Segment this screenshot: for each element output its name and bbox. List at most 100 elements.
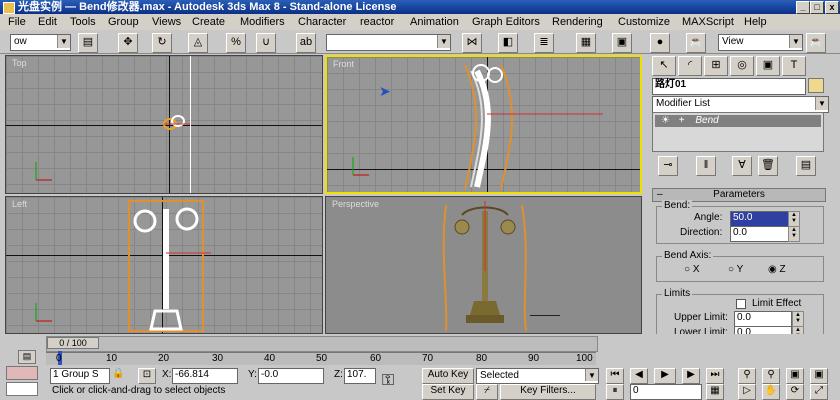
schematic-view-icon[interactable]: ▣ [612, 33, 632, 53]
select-move-icon[interactable]: ✥ [118, 33, 138, 53]
go-to-start-icon[interactable]: ⏮ [606, 368, 624, 384]
viewport-perspective[interactable]: Perspective [325, 196, 642, 334]
zoom-extents-icon[interactable]: ▣ [786, 368, 804, 384]
y-coordinate[interactable]: -0.0 [258, 368, 324, 384]
menu-customize[interactable]: Customize [618, 15, 670, 29]
make-unique-icon[interactable]: ∀ [732, 156, 752, 176]
maximize-button[interactable]: □ [810, 1, 824, 14]
mirror-icon[interactable]: ⋈ [462, 33, 482, 53]
menu-tools[interactable]: Tools [70, 15, 96, 29]
modify-tab-icon[interactable]: ◜ [678, 56, 702, 76]
quick-render-icon[interactable]: ☕ [806, 33, 826, 53]
zoom-all-icon[interactable]: ⚲ [762, 368, 780, 384]
curve-editor-icon[interactable]: ▦ [576, 33, 596, 53]
menu-help[interactable]: Help [744, 15, 767, 29]
show-end-result-icon[interactable]: ‖ [696, 156, 716, 176]
arc-rotate-icon[interactable]: ⟳ [786, 384, 804, 400]
maximize-viewport-icon[interactable]: ⤢ [810, 384, 828, 400]
menu-views[interactable]: Views [152, 15, 181, 29]
close-button[interactable]: x [825, 1, 839, 14]
menu-group[interactable]: Group [108, 15, 139, 29]
material-editor-icon[interactable]: ● [650, 33, 670, 53]
menu-maxscript[interactable]: MAXScript [682, 15, 734, 29]
select-rotate-icon[interactable]: ↻ [152, 33, 172, 53]
spinner-snap-icon[interactable]: ∪ [256, 33, 276, 53]
layer-manager-icon[interactable]: ≣ [534, 33, 554, 53]
limit-effect-checkbox[interactable] [736, 299, 746, 309]
previous-frame-icon[interactable]: ◀ [630, 368, 648, 384]
go-to-end-icon[interactable]: ⏭ [706, 368, 724, 384]
upper-limit-spinner[interactable]: ▲ ▼ [792, 311, 804, 327]
auto-key-button[interactable]: Auto Key [422, 368, 474, 384]
track-bar-icon[interactable]: ▤ [18, 350, 36, 364]
direction-spinner[interactable]: ▲ ▼ [788, 226, 800, 242]
menu-character[interactable]: Character [298, 15, 346, 29]
time-slider-thumb[interactable]: 0 / 100 [47, 337, 99, 349]
viewport-top[interactable]: Top [5, 55, 323, 194]
percent-snap-icon[interactable]: % [226, 33, 246, 53]
axis-x-radio[interactable]: ○ X [684, 264, 700, 275]
menu-edit[interactable]: Edit [38, 15, 57, 29]
menu-modifiers[interactable]: Modifiers [240, 15, 285, 29]
hierarchy-tab-icon[interactable]: ⊞ [704, 56, 728, 76]
maxscript-listener-pink[interactable] [6, 366, 38, 380]
utilities-tab-icon[interactable]: T [782, 56, 806, 76]
menu-file[interactable]: File [8, 15, 26, 29]
expand-icon[interactable]: + [679, 115, 685, 126]
remove-modifier-icon[interactable]: 🗑 [758, 156, 778, 176]
time-slider[interactable]: 0 / 100 [46, 336, 598, 352]
set-key-icon[interactable]: ⌿ [476, 384, 498, 400]
object-color-swatch[interactable] [808, 78, 824, 93]
z-coordinate[interactable]: 107. [344, 368, 376, 384]
zoom-icon[interactable]: ⚲ [738, 368, 756, 384]
key-icon[interactable]: ⚿ [382, 372, 394, 390]
angle-spinner[interactable]: ▲ ▼ [788, 211, 800, 227]
configure-sets-icon[interactable]: ▤ [796, 156, 816, 176]
viewport-front[interactable]: Front ➤ [325, 55, 642, 194]
render-scene-icon[interactable]: ☕ [686, 33, 706, 53]
current-frame-field[interactable]: 0 [630, 384, 702, 400]
select-by-name-icon[interactable]: ▤ [78, 33, 98, 53]
create-tab-icon[interactable]: ↖ [652, 56, 676, 76]
align-icon[interactable]: ◧ [498, 33, 518, 53]
field-of-view-icon[interactable]: ▷ [738, 384, 756, 400]
motion-tab-icon[interactable]: ◎ [730, 56, 754, 76]
app-icon[interactable] [3, 2, 15, 14]
axis-z-radio[interactable]: ◉ Z [768, 264, 786, 275]
object-name-field[interactable]: 路灯01 [652, 78, 806, 95]
lightbulb-icon[interactable]: ☀ [661, 115, 670, 126]
menu-animation[interactable]: Animation [410, 15, 459, 29]
angle-input[interactable]: 50.0 [730, 211, 790, 227]
play-icon[interactable]: ▶ [654, 368, 676, 384]
pin-stack-icon[interactable]: ⊸ [658, 156, 678, 176]
stack-item-bend[interactable]: ☀ + Bend [655, 115, 821, 127]
maxscript-listener-white[interactable] [6, 382, 38, 396]
selection-filter-dropdown[interactable]: ow ▼ [10, 34, 71, 51]
menu-create[interactable]: Create [192, 15, 225, 29]
minimize-button[interactable]: _ [796, 1, 810, 14]
viewport-left[interactable]: Left [5, 196, 323, 334]
menu-rendering[interactable]: Rendering [552, 15, 603, 29]
zoom-extents-all-icon[interactable]: ▣ [810, 368, 828, 384]
lock-icon[interactable]: 🔒 [112, 368, 124, 379]
menu-graph-editors[interactable]: Graph Editors [472, 15, 540, 29]
pan-icon[interactable]: ✋ [762, 384, 780, 400]
absolute-mode-icon[interactable]: ⊡ [138, 368, 156, 384]
set-key-button[interactable]: Set Key [422, 384, 474, 400]
next-frame-icon[interactable]: ▶ [682, 368, 700, 384]
axis-y-radio[interactable]: ○ Y [728, 264, 743, 275]
named-selection-dropdown[interactable]: ▼ [326, 34, 451, 51]
key-mode-toggle-icon[interactable]: ⏸ [606, 384, 624, 400]
select-scale-icon[interactable]: ◬ [188, 33, 208, 53]
key-filters-button[interactable]: Key Filters... [500, 384, 596, 400]
modifier-list-dropdown[interactable]: Modifier List ▼ [652, 96, 829, 113]
display-tab-icon[interactable]: ▣ [756, 56, 780, 76]
render-view-dropdown[interactable]: View ▼ [718, 34, 803, 51]
upper-limit-input[interactable]: 0.0 [734, 311, 792, 327]
menu-reactor[interactable]: reactor [360, 15, 394, 29]
direction-input[interactable]: 0.0 [730, 226, 790, 242]
key-mode-dropdown[interactable]: Selected ▼ [476, 368, 599, 384]
time-config-icon[interactable]: ▦ [706, 384, 724, 400]
edit-named-selection-icon[interactable]: ab [296, 33, 316, 53]
x-coordinate[interactable]: -66.814 [172, 368, 238, 384]
